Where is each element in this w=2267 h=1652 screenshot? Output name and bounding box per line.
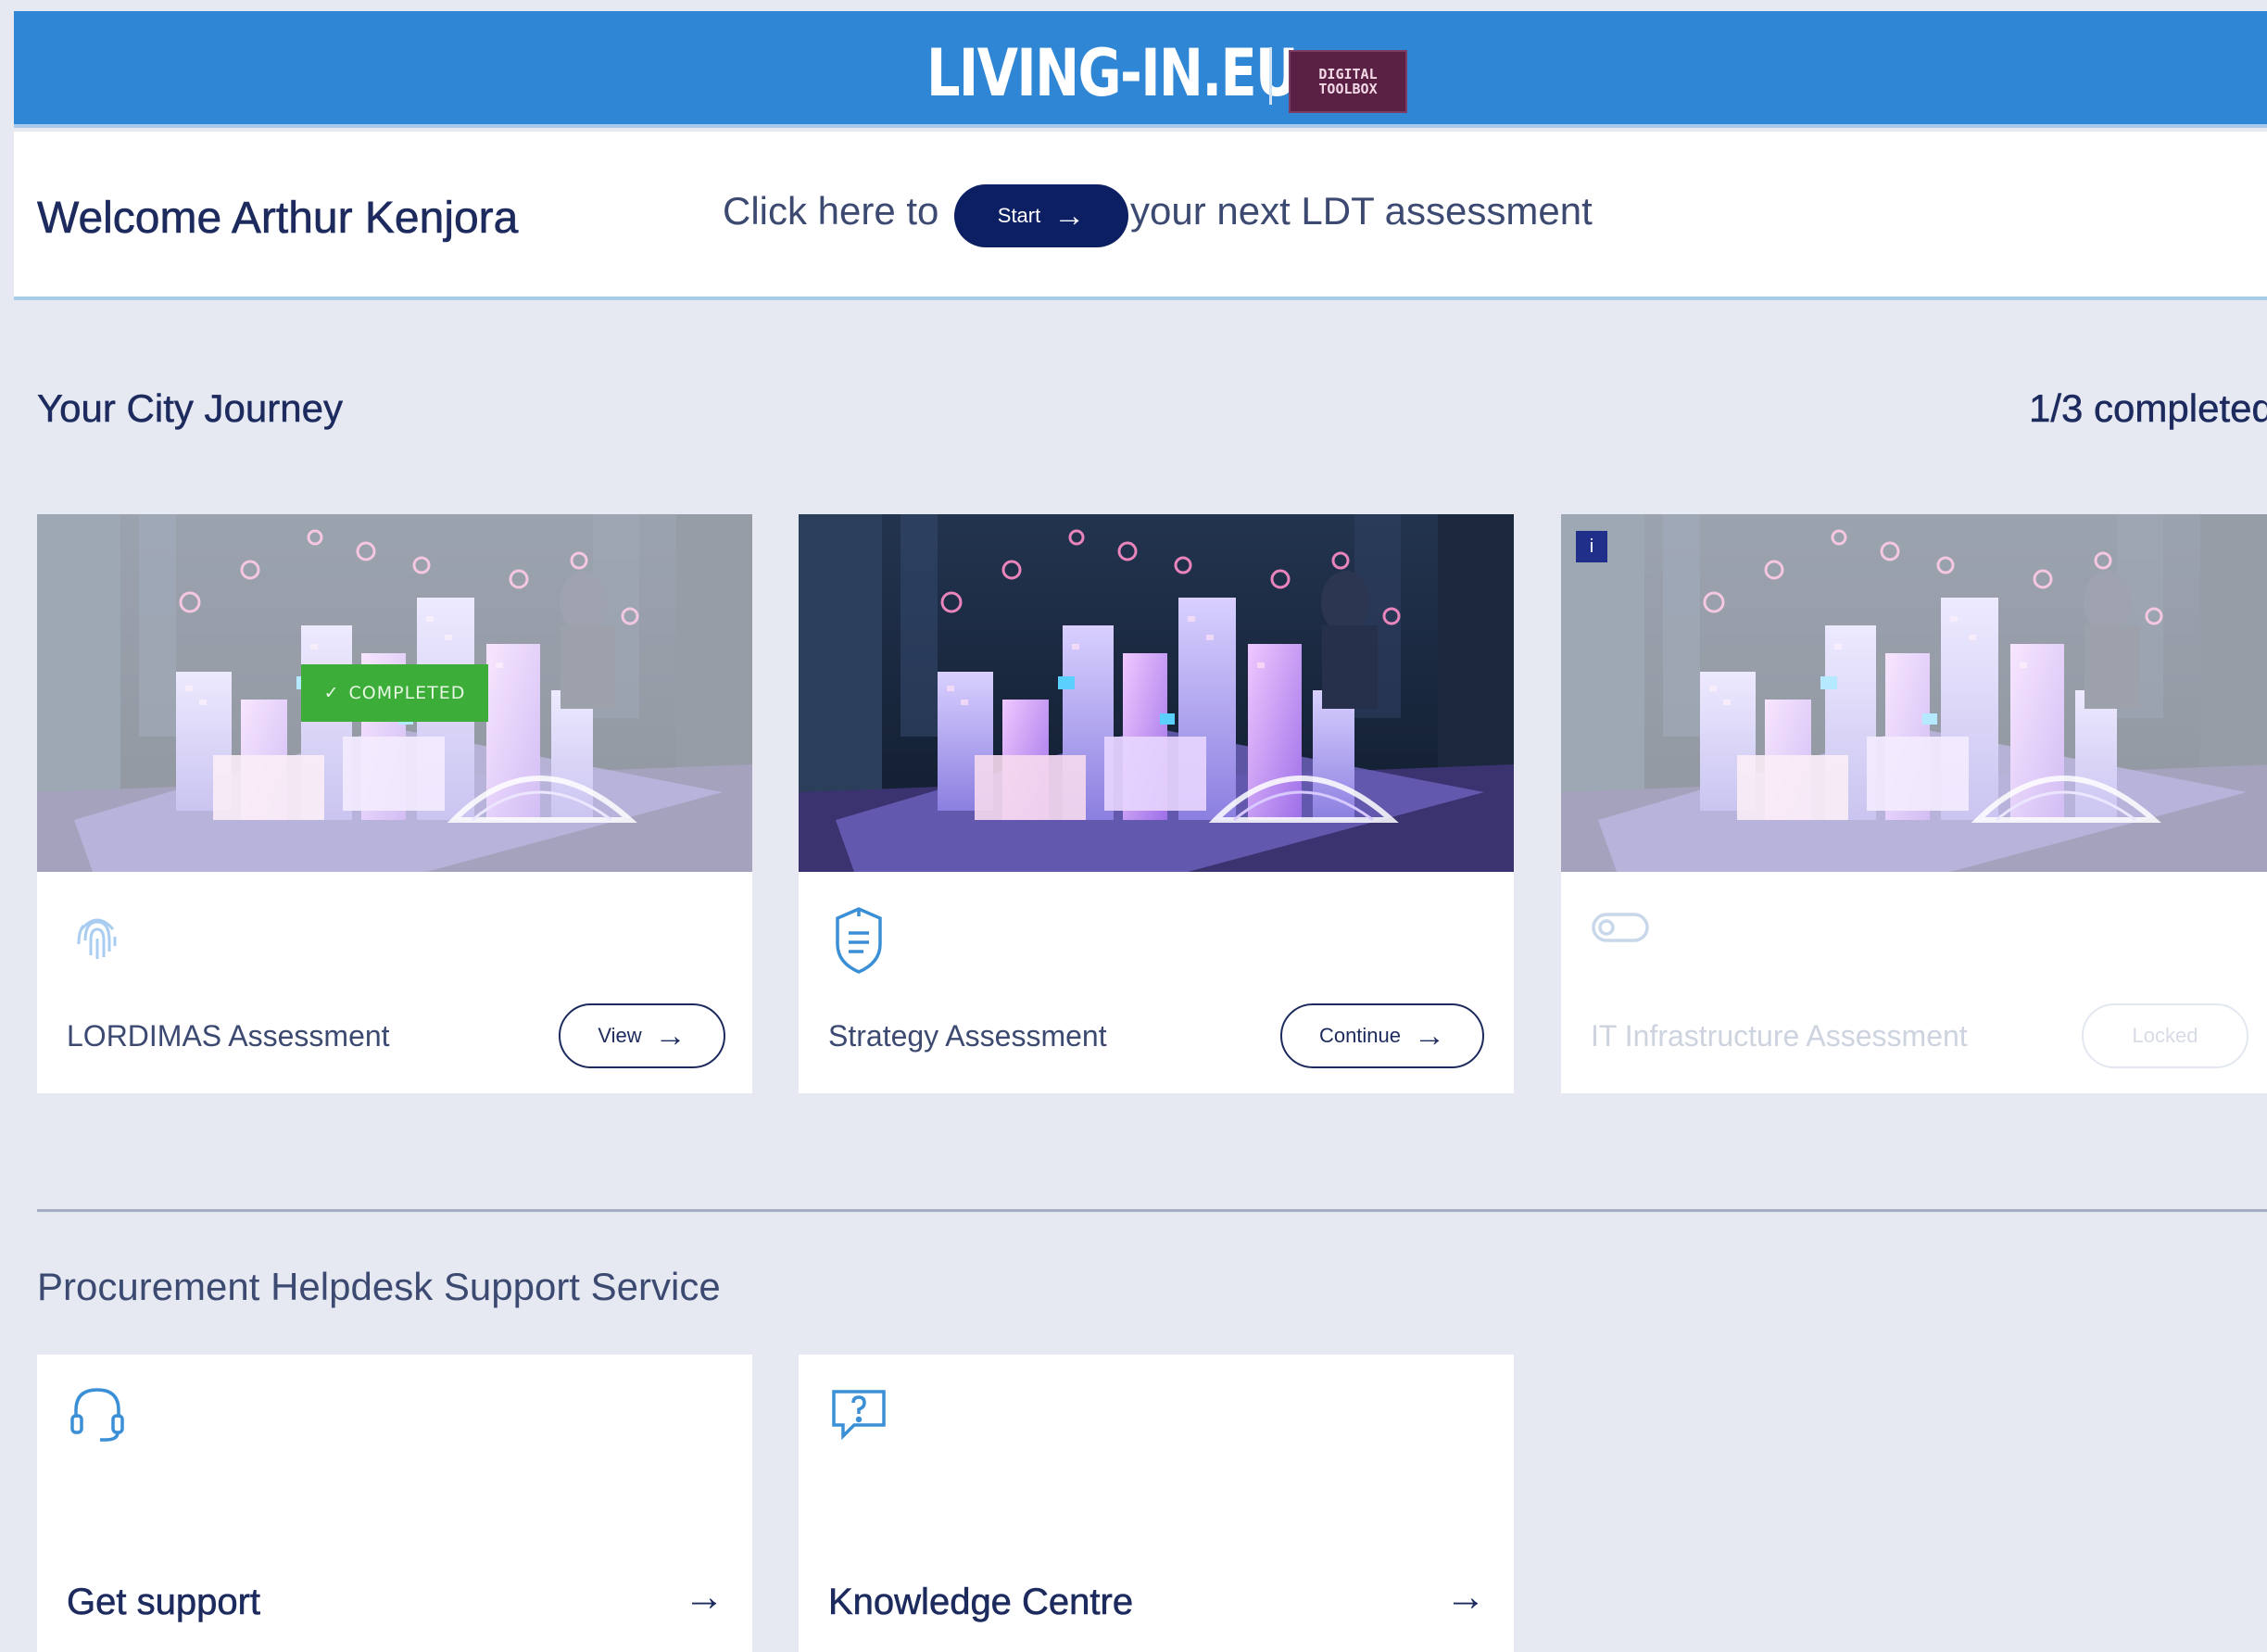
info-icon[interactable]: i: [1576, 531, 1607, 562]
card-title: LORDIMAS Assessment: [67, 1019, 390, 1053]
page: LIVING-IN.EU DIGITAL TOOLBOX Welcome Art…: [0, 0, 2267, 1652]
section-divider: [37, 1209, 2267, 1212]
arrow-right-icon: →: [1445, 1574, 1486, 1620]
logo-divider: [1269, 47, 1272, 105]
card-title: Strategy Assessment: [828, 1019, 1107, 1053]
view-button[interactable]: View →: [559, 1003, 725, 1068]
get-support-card[interactable]: Get support →: [37, 1355, 752, 1652]
knowledge-centre-label: Knowledge Centre: [828, 1582, 1134, 1623]
assessment-card-strategy: Strategy Assessment Continue →: [799, 514, 1514, 1093]
journey-progress: 1/3 completed: [2029, 386, 2267, 431]
welcome-strip: Welcome Arthur Kenjora Click here to Sta…: [14, 132, 2267, 300]
digital-toolbox-badge: DIGITAL TOOLBOX: [1289, 50, 1407, 113]
start-assessment-button[interactable]: Start →: [954, 184, 1128, 247]
logo[interactable]: LIVING-IN.EU DIGITAL TOOLBOX: [926, 34, 1407, 113]
locked-button[interactable]: Locked: [2082, 1003, 2248, 1068]
knowledge-centre-card[interactable]: Knowledge Centre →: [799, 1355, 1514, 1652]
city-illustration: [1561, 514, 2267, 872]
arrow-right-icon: →: [1053, 198, 1086, 233]
view-button-label: View: [598, 1024, 642, 1047]
arrow-right-icon: →: [654, 1018, 686, 1053]
fingerprint-icon: [65, 903, 130, 973]
shield-document-icon: [826, 903, 891, 982]
card-title: IT Infrastructure Assessment: [1591, 1019, 1968, 1053]
welcome-title: Welcome Arthur Kenjora: [37, 194, 519, 244]
locked-button-label: Locked: [2132, 1024, 2198, 1047]
check-icon: ✓: [323, 683, 340, 703]
arrow-right-icon: →: [684, 1574, 724, 1620]
headset-icon: [65, 1381, 130, 1450]
logo-text: LIVING-IN.EU: [926, 35, 1299, 111]
info-icon-label: i: [1589, 536, 1594, 557]
toggle-icon: [1589, 903, 1654, 954]
cta-suffix: your next LDT assessment: [1130, 189, 1593, 233]
start-button-label: Start: [997, 204, 1041, 227]
completed-badge: ✓ COMPLETED: [301, 664, 488, 722]
city-journey-title: Your City Journey: [37, 386, 343, 431]
arrow-right-icon: →: [1414, 1018, 1446, 1053]
completed-badge-label: COMPLETED: [348, 683, 466, 703]
badge-line-2: TOOLBOX: [1318, 81, 1378, 97]
get-support-label: Get support: [67, 1582, 261, 1623]
top-header-bar: LIVING-IN.EU DIGITAL TOOLBOX: [14, 11, 2267, 128]
question-bubble-icon: [826, 1381, 891, 1450]
city-illustration: [799, 514, 1514, 872]
continue-button-label: Continue: [1318, 1024, 1402, 1047]
helpdesk-title: Procurement Helpdesk Support Service: [37, 1265, 721, 1308]
continue-button[interactable]: Continue →: [1280, 1003, 1484, 1068]
assessment-card-lordimas: ✓ COMPLETED LORDIMAS Assessment View →: [37, 514, 752, 1093]
badge-line-1: DIGITAL: [1318, 66, 1378, 82]
assessment-card-it-infrastructure: i IT Infrastructure Assessment Locked: [1561, 514, 2267, 1093]
cta-prefix: Click here to: [723, 189, 939, 233]
